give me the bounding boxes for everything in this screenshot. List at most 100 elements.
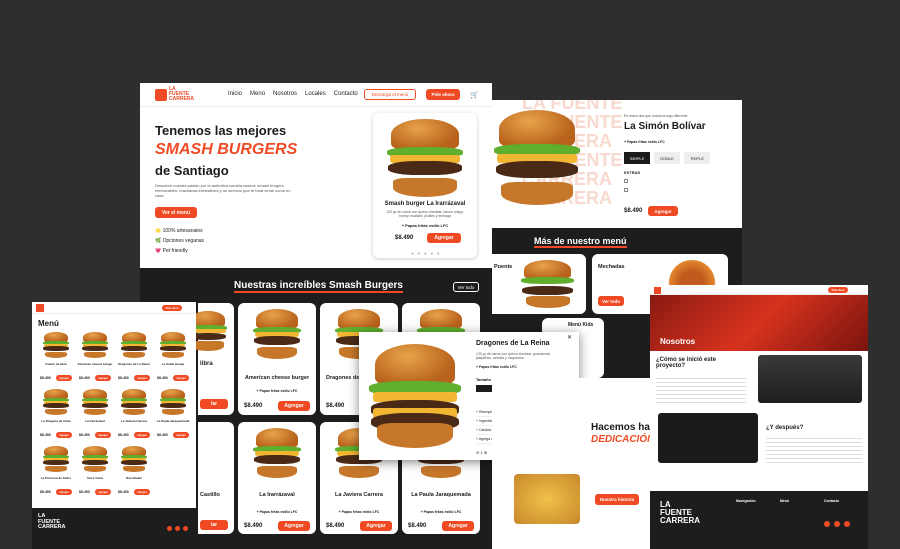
burger-image <box>81 332 109 358</box>
menu-item[interactable]: Cuarto de libra $8.490 Agregar <box>38 332 74 386</box>
extra-checkbox[interactable] <box>624 188 628 192</box>
burger-image <box>385 119 465 197</box>
order-now-button[interactable]: Pide ahora <box>162 305 182 311</box>
home-page: LA FUENTE CARRERA Inicio Menú Nosotros L… <box>140 83 492 303</box>
grid-card-title: Dragones de <box>326 375 360 381</box>
size-label: Tamaño <box>476 377 492 382</box>
grid-card-title: La Paula Jaraquemada <box>411 492 471 498</box>
story-title: Hacemos ha <box>591 422 650 433</box>
extras-label: EXTRAS <box>624 170 641 175</box>
brand-logo[interactable]: LA FUENTE CARRERA <box>155 87 194 102</box>
menu-item[interactable]: La Dragona de Cuba $8.490 Agregar <box>38 389 74 443</box>
grid-card-extra: + Papas fritas estilo LFC <box>420 510 462 514</box>
modal-extra: + Papas fritas estilo LFC <box>476 365 517 369</box>
menu-item-add[interactable]: Agregar <box>173 375 189 381</box>
quantity-stepper[interactable]: ⊖ 1 ⊕ <box>476 450 487 455</box>
size-doble[interactable]: DOBLE <box>654 152 680 164</box>
feature-list: 🌟 100% artesanales 🌿 Opciones veganas 💗 … <box>155 226 204 256</box>
nav-nosotros[interactable]: Nosotros <box>273 91 297 97</box>
menu-item-add[interactable]: Agregar <box>56 489 72 495</box>
star-icon: 🌟 <box>155 228 162 234</box>
brand-logo[interactable] <box>654 287 661 294</box>
main-nav: Inicio Menú Nosotros Locales Contacto <box>220 91 358 97</box>
category-title: Menú Kids <box>568 322 594 328</box>
menu-item-add[interactable]: Agregar <box>134 432 150 438</box>
grid-card-irarrazaval: La Irarrázaval + Papas fritas estilo LFC… <box>238 422 316 534</box>
menu-item-add[interactable]: Agregar <box>56 432 72 438</box>
menu-item[interactable]: La Paula Jaraquemada $8.490 Agregar <box>155 389 191 443</box>
menu-item-add[interactable]: Agregar <box>134 489 150 495</box>
hero-line3: de Santiago <box>155 163 229 178</box>
featured-add-button[interactable]: Agregar <box>427 233 461 243</box>
brand-logo[interactable] <box>36 304 44 312</box>
menu-item-add[interactable]: Agregar <box>95 432 111 438</box>
menu-item-name: La Dragona de Cuba <box>41 419 71 423</box>
see-menu-button[interactable]: Ver el menú <box>155 207 197 218</box>
team-photo <box>758 355 862 403</box>
burger-image <box>120 332 148 358</box>
order-now-button[interactable]: Pide ahora <box>426 89 460 100</box>
site-header: LA FUENTE CARRERA Inicio Menú Nosotros L… <box>140 83 492 107</box>
social-icons[interactable] <box>824 521 850 527</box>
grid-card-price: $8.490 <box>326 403 345 409</box>
footer-logo: LA FUENTE CARRERA <box>38 513 66 530</box>
menu-item-name: La Paula Jaraquemada <box>156 419 190 423</box>
feature-label: 100% artesanales <box>162 228 203 234</box>
burger-image <box>81 446 109 472</box>
grid-card-price: $8.490 <box>326 523 345 529</box>
nav-contacto[interactable]: Contacto <box>334 91 358 97</box>
burger-image <box>159 389 187 415</box>
order-now-button[interactable]: Pide ahora <box>828 287 848 293</box>
cart-icon[interactable]: 🛒 <box>470 91 479 99</box>
category-see-all[interactable]: Ver todo <box>598 296 624 306</box>
grid-add-button[interactable]: Agregar <box>278 401 310 411</box>
close-icon[interactable]: ✕ <box>567 334 572 341</box>
grid-card-extra: + Papas fritas estilo LFC <box>256 389 298 393</box>
grid-add-button[interactable]: Agregar <box>442 521 474 531</box>
about-header: Pide ahora <box>650 285 868 295</box>
menu-item[interactable]: La Irarrázaval $8.490 Agregar <box>77 389 113 443</box>
menu-item-price: $8.490 <box>40 490 51 494</box>
menu-item-add[interactable]: Agregar <box>173 432 189 438</box>
see-all-button[interactable]: Ver todo <box>453 282 479 292</box>
category-title: Puente <box>494 264 513 270</box>
story-button[interactable]: Nuestra historia <box>595 494 639 505</box>
hero-line1: Tenemos las mejores <box>155 123 287 138</box>
menu-item[interactable]: La Javiera Carrera $8.490 Agregar <box>116 389 152 443</box>
nav-inicio[interactable]: Inicio <box>228 91 242 97</box>
grid-card-extra: + Papas fritas estilo LFC <box>338 510 380 514</box>
fries-image <box>514 474 580 524</box>
product-add-button[interactable]: Agregar <box>648 206 678 216</box>
footer-col-nav: Navegación <box>736 499 756 503</box>
nav-locales[interactable]: Locales <box>305 91 326 97</box>
menu-item-add[interactable]: Agregar <box>95 489 111 495</box>
burger-image <box>42 332 70 358</box>
burger-image <box>159 332 187 358</box>
download-menu-button[interactable]: Descarga el menú <box>364 89 416 100</box>
menu-item[interactable]: La Princesa de Pedro $8.490 Agregar <box>38 446 74 500</box>
size-simple[interactable]: SIMPLE <box>624 152 650 164</box>
menu-item[interactable]: La doble Guape $8.490 Agregar <box>155 332 191 386</box>
menu-item-price: $8.490 <box>157 376 168 380</box>
size-triple[interactable]: TRIPLE <box>684 152 710 164</box>
carousel-dots[interactable]: ● ● ● ● ● <box>411 251 441 257</box>
menu-item[interactable]: Dragones de La Reina $8.490 Agregar <box>116 332 152 386</box>
social-icons[interactable] <box>167 526 188 531</box>
nav-menu[interactable]: Menú <box>250 91 265 97</box>
menu-item-add[interactable]: Agregar <box>56 375 72 381</box>
product-kicker: En estos dos que nosotros sigo diferente <box>624 114 688 118</box>
menu-item[interactable]: Rao Breaki $8.490 Agregar <box>116 446 152 500</box>
grid-card-price: $8.490 <box>244 403 263 409</box>
menu-item-add[interactable]: Agregar <box>95 375 111 381</box>
menu-item[interactable]: Terra Tonta $8.490 Agregar <box>77 446 113 500</box>
menu-item-add[interactable]: Agregar <box>134 375 150 381</box>
feature-label: Pet friendly <box>162 248 188 254</box>
hero-highlight: SMASH BURGERS <box>155 141 298 158</box>
grid-add-button[interactable]: Agregar <box>278 521 310 531</box>
extra-checkbox[interactable] <box>624 179 628 183</box>
grid-add-button[interactable]: Agregar <box>360 521 392 531</box>
menu-footer: LA FUENTE CARRERA <box>32 508 196 549</box>
menu-item[interactable]: American cheese burger $8.490 Agregar <box>77 332 113 386</box>
feature-label: Opciones veganas <box>162 238 205 244</box>
menu-item-price: $8.490 <box>157 433 168 437</box>
